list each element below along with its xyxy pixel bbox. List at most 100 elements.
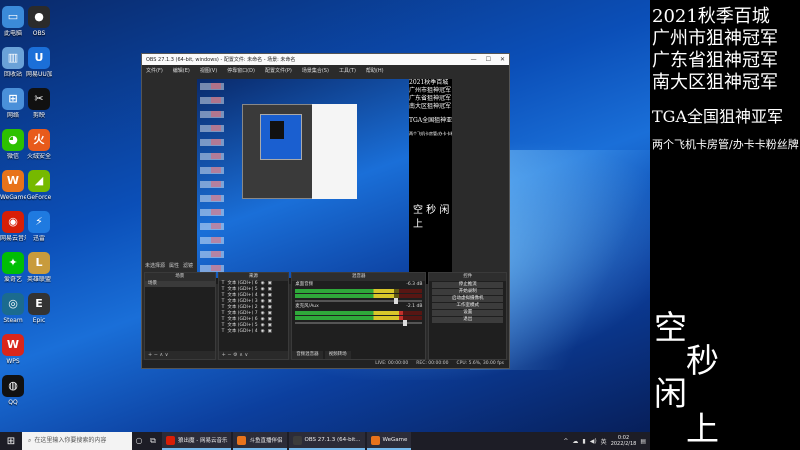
notification-icon[interactable]: ▤: [640, 438, 646, 445]
geforce-icon: ◢: [28, 170, 50, 192]
desktop-icon[interactable]: L 英雄联盟: [26, 252, 52, 284]
desktop-icon[interactable]: ✦ 爱奇艺: [0, 252, 26, 284]
taskbar-app-label: 斗鱼直播伴侣: [249, 438, 283, 444]
visibility-eye-icon[interactable]: ◉: [261, 329, 265, 335]
desktop-icon-label: OBS: [32, 30, 46, 37]
taskbar-search-box[interactable]: ⌕ 在这里输入你要搜索的内容: [22, 432, 132, 450]
recycle-bin-icon: ▥: [2, 47, 24, 69]
task-view-icon[interactable]: ○: [132, 432, 146, 450]
stream-text-overlay: 2021秋季百城 广州市狙神冠军 广东省狙神冠军 南大区狙神冠军 TGA全国狙神…: [650, 0, 800, 450]
maximize-icon[interactable]: ☐: [486, 56, 491, 63]
audio-mixer-dock: 混音器 桌面音频 -6.3 dB 麦克风/Aux -2.1 dB 音频混音器 视频转场: [291, 272, 427, 360]
battery-icon[interactable]: ▮: [582, 438, 585, 445]
obs-title-bar[interactable]: OBS 27.1.3 (64-bit, windows) - 配置文件: 未命名…: [142, 54, 509, 65]
overlay-big-char: 上: [686, 409, 719, 448]
desktop-icon[interactable]: ◉ 网易云音乐: [0, 211, 26, 243]
volume-slider[interactable]: [295, 298, 423, 304]
menu-docks[interactable]: 停靠窗口(D): [227, 67, 255, 74]
taskbar-app-button[interactable]: 狼出魔 - 网易云音乐: [162, 432, 232, 450]
huorong-icon: 火: [28, 129, 50, 151]
rec-timer: REC: 00:00:00: [416, 361, 449, 366]
exit-button[interactable]: 退出: [432, 317, 503, 323]
menu-profile[interactable]: 配置文件(P): [265, 67, 292, 74]
sources-toolbar[interactable]: + − ⚙ ∧ ∨: [218, 351, 289, 359]
menu-help[interactable]: 帮助(H): [366, 67, 384, 74]
network-icon: ⊞: [2, 88, 24, 110]
minimize-icon[interactable]: —: [471, 56, 477, 63]
studio-mode-button[interactable]: 工作室模式: [432, 303, 503, 309]
desktop-icon-label: 微信: [6, 153, 19, 160]
search-icon: ⌕: [28, 437, 32, 444]
cloud-icon[interactable]: ☁: [572, 438, 578, 445]
desktop-icon[interactable]: E Epic: [26, 293, 52, 325]
start-virtual-camera-button[interactable]: 启动虚拟摄像机: [432, 296, 503, 302]
volume-icon[interactable]: ◀): [590, 438, 597, 445]
desktop-icon[interactable]: ◕ 微信: [0, 129, 26, 161]
desktop-icon-label: WPS: [6, 358, 20, 365]
volume-meter: [295, 294, 423, 298]
menu-view[interactable]: 视图(V): [200, 67, 217, 74]
computer-icon: ▭: [2, 6, 24, 28]
task-switcher-icon[interactable]: ⧉: [146, 432, 160, 450]
tab-scene-transitions[interactable]: 视频转场: [324, 351, 351, 359]
obs-window[interactable]: OBS 27.1.3 (64-bit, windows) - 配置文件: 未命名…: [141, 53, 510, 369]
clock-date: 2022/2/18: [610, 441, 637, 447]
desktop-icon[interactable]: ⚡ 迅雷: [26, 211, 52, 243]
desktop-icon-label: QQ: [8, 399, 18, 406]
volume-slider[interactable]: [295, 320, 423, 326]
filters-button[interactable]: 滤镜: [183, 262, 193, 269]
desktop-icon[interactable]: ▥ 回收站: [0, 47, 26, 79]
windows-start-icon[interactable]: ⊞: [0, 432, 22, 450]
menu-edit[interactable]: 编辑(E): [173, 67, 190, 74]
tab-audio-mixer[interactable]: 音频混音器: [292, 351, 323, 359]
close-icon[interactable]: ✕: [500, 56, 505, 63]
desktop-icon-label: 网易云音乐: [0, 235, 26, 242]
netease-music-icon: ◉: [2, 211, 24, 233]
mixer-channel-db: -6.3 dB: [406, 282, 423, 287]
desktop-icon[interactable]: 火火绒安全: [26, 129, 52, 161]
desktop-icon[interactable]: ● OBS: [26, 6, 52, 38]
desktop-icon[interactable]: ⊞ 网络: [0, 88, 26, 120]
taskbar-clock[interactable]: 0:02 2022/2/18: [611, 435, 637, 447]
scenes-dock: 场景 场景 + − ∧ ∨: [144, 272, 216, 360]
properties-button[interactable]: 属性: [169, 262, 179, 269]
preview-overlay-small: 两个飞机卡房管/办卡卡粉丝牌: [409, 131, 452, 136]
menu-tools[interactable]: 工具(T): [339, 67, 356, 74]
scenes-toolbar[interactable]: + − ∧ ∨: [145, 351, 215, 359]
input-method-indicator[interactable]: 英: [601, 437, 607, 446]
iqiyi-icon: ✦: [2, 252, 24, 274]
desktop-icon[interactable]: W WeGame: [0, 170, 26, 202]
stop-streaming-button[interactable]: 停止推流: [432, 282, 503, 288]
desktop-icon[interactable]: ◎ Steam: [0, 293, 26, 325]
start-recording-button[interactable]: 开始录制: [432, 289, 503, 295]
scene-item[interactable]: 场景: [145, 281, 215, 287]
menu-file[interactable]: 文件(F): [146, 67, 163, 74]
tray-expand-icon[interactable]: ^: [563, 438, 568, 445]
desktop-icon-label: WeGame: [0, 194, 26, 201]
desktop-icon[interactable]: ✂ 剪映: [26, 88, 52, 120]
preview-overlay-line: 2021秋季百城: [409, 79, 449, 86]
source-item[interactable]: T 文本 (GDI+) 4 ◉ ▣: [219, 329, 289, 335]
desktop-icon[interactable]: W WPS: [0, 334, 26, 366]
controls-dock: 控件 停止推流 开始录制 启动虚拟摄像机 工作室模式 设置 退出: [428, 272, 507, 360]
taskbar-app-button[interactable]: WeGame: [366, 432, 412, 450]
preview-overlay-big: 空 秒 闲 上: [413, 205, 450, 230]
obs-preview[interactable]: 2021秋季百城 广州市狙神冠军 广东省狙神冠军 南大区狙神冠军 TGA全国狙神…: [197, 79, 452, 284]
desktop-icon[interactable]: U 网易UU加速器: [26, 47, 52, 79]
preview-nested-window: [312, 104, 357, 199]
settings-button[interactable]: 设置: [432, 310, 503, 316]
lock-icon[interactable]: ▣: [268, 329, 272, 335]
taskbar-app-button[interactable]: 斗鱼直播伴侣: [233, 432, 287, 450]
obs-docks: 场景 场景 + − ∧ ∨ 来源 T 文本 (GDI+) 6 ◉ ▣ T 文本 (GDI+…: [142, 272, 509, 362]
taskbar-app-button[interactable]: OBS 27.1.3 (64-bit...: [288, 432, 365, 450]
epic-icon: E: [28, 293, 50, 315]
menu-scene-collection[interactable]: 场景集合(S): [302, 67, 329, 74]
sources-dock-title: 来源: [218, 273, 289, 281]
controls-dock-title: 控件: [429, 273, 506, 281]
desktop-icon[interactable]: ◢ GeForce: [26, 170, 52, 202]
obs-source-toolbar: 未选择源 属性 滤镜: [142, 260, 509, 270]
steam-icon: ◎: [2, 293, 24, 315]
preview-overlay-line: 广东省狙神冠军: [409, 95, 452, 102]
desktop-icon[interactable]: ◍ QQ: [0, 375, 26, 407]
desktop-icon[interactable]: ▭ 此电脑: [0, 6, 26, 38]
